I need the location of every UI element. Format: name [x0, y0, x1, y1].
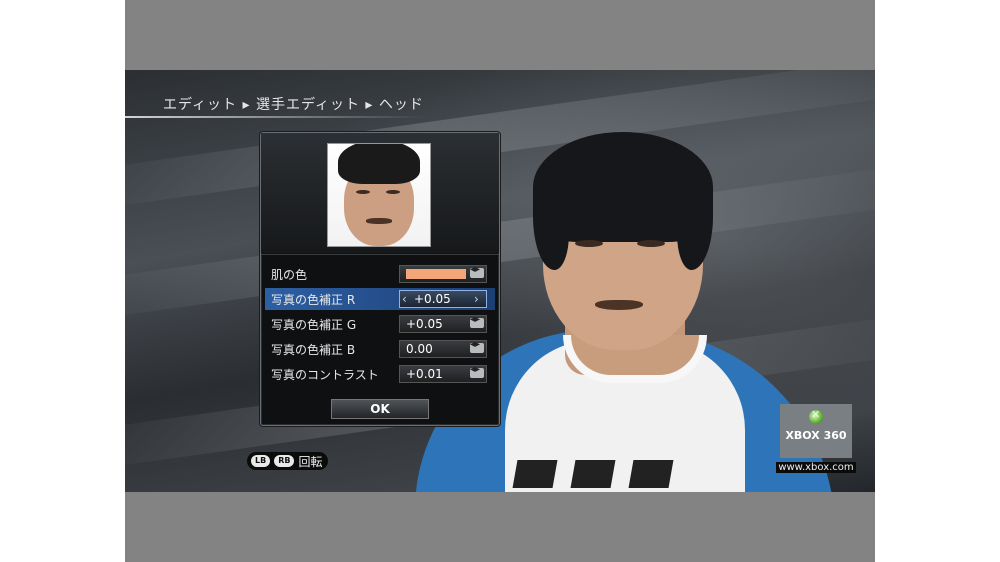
breadcrumb: エディット ▸ 選手エディット ▸ ヘッド [163, 97, 424, 113]
adjust-arrows-icon [470, 364, 484, 378]
value-stepper-b[interactable]: 0.00 [399, 339, 487, 358]
breadcrumb-underline [125, 116, 425, 118]
row-skin-color[interactable]: 肌の色 [265, 263, 495, 285]
row-photo-color-r[interactable]: 写真の色補正 R ‹ +0.05 › [265, 288, 495, 310]
eye-right [637, 240, 665, 247]
row-label: 写真の色補正 R [271, 293, 356, 307]
value-stepper-r[interactable]: ‹ +0.05 › [399, 290, 487, 308]
eye-left [575, 240, 603, 247]
rotate-label: 回転 [298, 454, 323, 469]
arrow-left-icon[interactable]: ‹ [402, 292, 407, 306]
top-letterbox [125, 0, 875, 70]
arrow-right-icon[interactable]: › [474, 292, 479, 306]
row-label: 写真の色補正 B [271, 343, 356, 357]
rotate-hint: LB RB 回転 [247, 452, 329, 470]
mustache [595, 300, 643, 310]
row-photo-contrast[interactable]: 写真のコントラスト +0.01 [265, 363, 495, 385]
shirt-print [512, 460, 755, 492]
xbox-url: www.xbox.com [776, 462, 856, 473]
xbox-orb-icon [809, 408, 823, 424]
adjust-arrows-icon [470, 264, 484, 278]
row-label: 肌の色 [271, 268, 308, 282]
game-screen: エディット ▸ 選手エディット ▸ ヘッド 肌の色 ◂▸ 写真の色補正 R ‹ … [125, 70, 875, 492]
value-text: +0.05 [406, 317, 443, 331]
row-label: 写真の色補正 G [271, 318, 357, 332]
skin-color-swatch [406, 269, 466, 279]
face-photo [327, 143, 431, 247]
hair-right [677, 180, 713, 270]
row-label: 写真のコントラスト [271, 368, 379, 382]
value-text: 0.00 [406, 342, 433, 356]
adjust-arrows-icon [470, 339, 484, 353]
divider [261, 254, 499, 255]
right-pillarbox [875, 0, 1000, 562]
bottom-letterbox [125, 492, 875, 562]
lb-button-icon: LB [251, 455, 271, 467]
hair-left [533, 180, 569, 270]
head-edit-dialog: 肌の色 写真の色補正 R ‹ +0.05 › 写真の色補正 G +0.05 写真… [260, 132, 500, 426]
skin-color-selector[interactable] [399, 264, 487, 283]
value-text: +0.01 [406, 367, 443, 381]
ok-button[interactable]: OK [331, 399, 429, 419]
xbox-logo-text: XBOX 360 [785, 429, 847, 442]
left-pillarbox [0, 0, 125, 562]
xbox-360-logo: XBOX 360 [780, 404, 852, 458]
rb-button-icon: RB [274, 455, 295, 467]
value-text: +0.05 [414, 292, 451, 306]
adjust-arrows-icon [470, 314, 484, 328]
value-stepper-g[interactable]: +0.05 [399, 314, 487, 333]
row-photo-color-b[interactable]: 写真の色補正 B 0.00 [265, 338, 495, 360]
row-photo-color-g[interactable]: 写真の色補正 G +0.05 [265, 313, 495, 335]
value-stepper-contrast[interactable]: +0.01 [399, 364, 487, 383]
